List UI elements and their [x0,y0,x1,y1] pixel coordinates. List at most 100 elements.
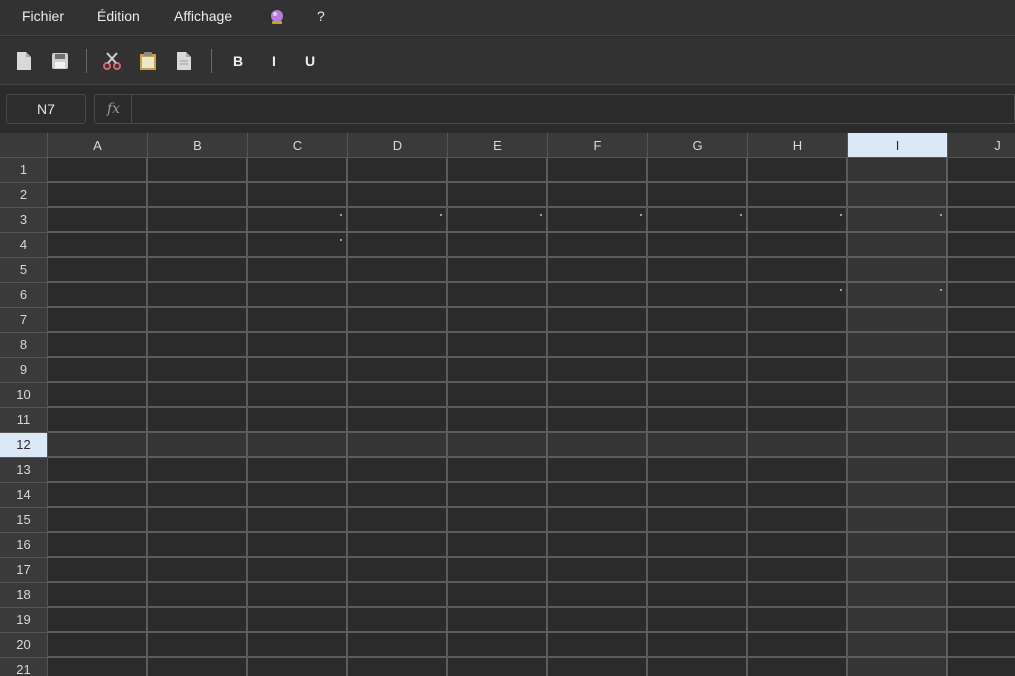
cell[interactable] [848,283,948,308]
cell[interactable] [948,208,1015,233]
cell[interactable] [48,458,148,483]
cell[interactable] [348,233,448,258]
cell[interactable] [248,233,348,258]
cell[interactable] [48,158,148,183]
cell[interactable] [848,258,948,283]
cell[interactable] [748,333,848,358]
cell[interactable] [548,183,648,208]
cell[interactable] [948,258,1015,283]
cell[interactable] [348,483,448,508]
cell[interactable] [48,533,148,558]
cell[interactable] [348,308,448,333]
clipboard-icon[interactable] [136,49,160,73]
cell[interactable] [448,458,548,483]
cell[interactable] [148,383,248,408]
cell[interactable] [748,608,848,633]
menu-file[interactable]: Fichier [22,6,64,26]
row-header[interactable]: 14 [0,483,48,508]
cell[interactable] [248,558,348,583]
cell[interactable] [448,283,548,308]
cell[interactable] [148,183,248,208]
row-header[interactable]: 11 [0,408,48,433]
row-header[interactable]: 18 [0,583,48,608]
cell[interactable] [448,433,548,458]
menu-help[interactable]: ? [317,6,325,26]
cell[interactable] [348,333,448,358]
cell[interactable] [148,208,248,233]
cell[interactable] [948,633,1015,658]
cell[interactable] [348,658,448,676]
name-box[interactable]: N7 [6,94,86,124]
cell[interactable] [548,158,648,183]
crystal-ball-icon[interactable] [268,8,286,28]
cell[interactable] [48,308,148,333]
cell[interactable] [448,633,548,658]
row-header[interactable]: 13 [0,458,48,483]
cell[interactable] [848,358,948,383]
cell[interactable] [248,308,348,333]
cell[interactable] [548,608,648,633]
cell[interactable] [948,183,1015,208]
cell[interactable] [48,608,148,633]
menu-edit[interactable]: Édition [97,6,140,26]
cell[interactable] [948,458,1015,483]
cell[interactable] [148,158,248,183]
cell[interactable] [648,558,748,583]
cell[interactable] [348,458,448,483]
column-header[interactable]: D [348,133,448,158]
cell[interactable] [648,158,748,183]
cell[interactable] [448,658,548,676]
cell[interactable] [648,308,748,333]
cell[interactable] [648,233,748,258]
cell[interactable] [148,433,248,458]
cell[interactable] [748,483,848,508]
cell[interactable] [648,358,748,383]
cell[interactable] [848,333,948,358]
cell[interactable] [748,233,848,258]
cell[interactable] [48,483,148,508]
column-header[interactable]: B [148,133,248,158]
menu-view[interactable]: Affichage [174,6,232,26]
cell[interactable] [148,558,248,583]
cell[interactable] [848,483,948,508]
cell[interactable] [748,358,848,383]
cell[interactable] [848,308,948,333]
cell[interactable] [448,383,548,408]
cell[interactable] [548,358,648,383]
cell[interactable] [448,183,548,208]
cell[interactable] [948,608,1015,633]
row-header[interactable]: 8 [0,333,48,358]
cell[interactable] [348,608,448,633]
cell[interactable] [248,608,348,633]
cell[interactable] [648,208,748,233]
cell[interactable] [548,258,648,283]
cell[interactable] [648,333,748,358]
cell[interactable] [848,508,948,533]
cell[interactable] [548,208,648,233]
cell[interactable] [848,233,948,258]
cell[interactable] [448,508,548,533]
cell[interactable] [348,258,448,283]
cell[interactable] [748,508,848,533]
row-header[interactable]: 12 [0,433,48,458]
cell[interactable] [748,558,848,583]
cell[interactable] [348,508,448,533]
cell[interactable] [348,533,448,558]
cell[interactable] [148,608,248,633]
cell[interactable] [648,508,748,533]
cell[interactable] [448,583,548,608]
cell[interactable] [48,258,148,283]
cell[interactable] [348,433,448,458]
cell[interactable] [848,458,948,483]
column-header[interactable]: C [248,133,348,158]
italic-button[interactable]: I [262,49,286,73]
row-header[interactable]: 20 [0,633,48,658]
cell[interactable] [648,258,748,283]
cell[interactable] [148,583,248,608]
cell[interactable] [448,558,548,583]
cell[interactable] [748,658,848,676]
cell[interactable] [448,308,548,333]
cell[interactable] [948,158,1015,183]
cell[interactable] [248,283,348,308]
save-icon[interactable] [48,49,72,73]
